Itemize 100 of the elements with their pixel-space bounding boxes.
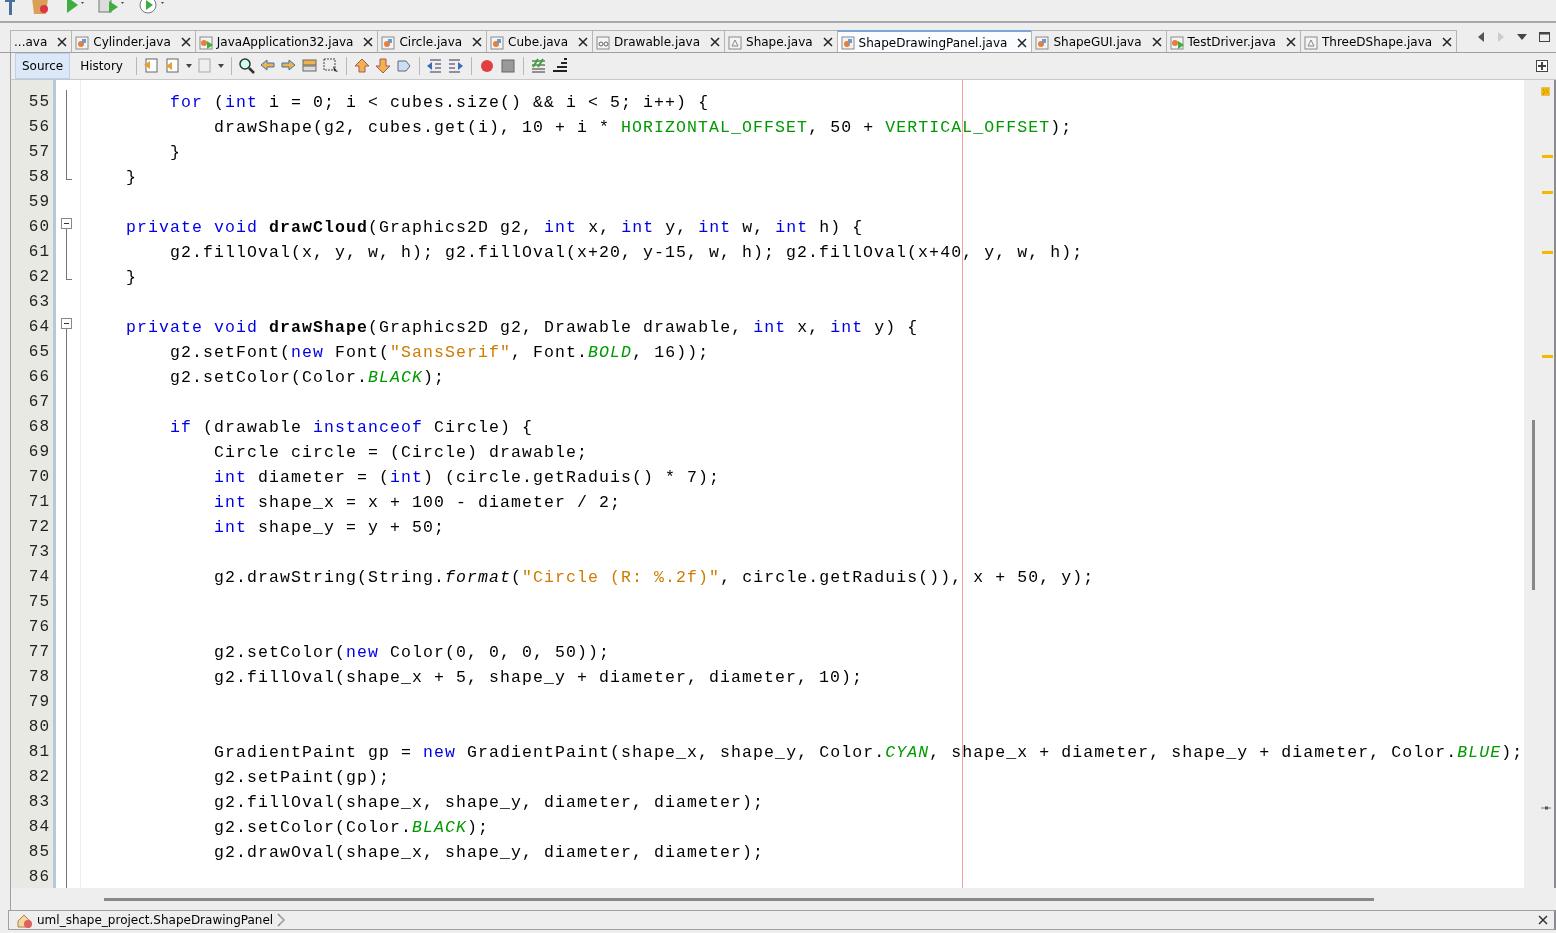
class-file-icon [75, 34, 90, 50]
hammer-icon[interactable] [3, 0, 17, 16]
close-icon[interactable] [363, 37, 374, 47]
close-icon[interactable] [1538, 915, 1548, 925]
close-icon[interactable] [1286, 37, 1296, 47]
editor-tab[interactable]: Cube.java [486, 30, 594, 52]
class-file-icon [490, 34, 505, 50]
close-icon[interactable] [180, 37, 191, 47]
last-edit-icon[interactable] [142, 57, 161, 75]
fold-toggle-icon[interactable] [61, 218, 72, 229]
editor-tab[interactable]: ShapeGUI.java [1031, 30, 1167, 52]
editor-tab[interactable]: TestDriver.java [1165, 30, 1301, 52]
editor-tab[interactable]: ThreeDShape.java [1300, 30, 1458, 52]
shift-left-icon[interactable] [425, 57, 444, 75]
editor-tab[interactable]: Cylinder.java [71, 30, 196, 52]
warning-marker[interactable] [1542, 155, 1553, 158]
line-number: 57 [27, 142, 51, 163]
code-line: Circle circle = (Circle) drawable; [213, 442, 590, 464]
class-file-icon [840, 35, 855, 50]
previous-bookmark-icon[interactable] [352, 57, 371, 75]
line-number: 69 [27, 442, 51, 463]
close-icon[interactable] [710, 37, 721, 47]
close-icon[interactable] [1442, 37, 1453, 47]
warning-marker[interactable] [1542, 251, 1553, 254]
view-tab[interactable]: History [73, 53, 130, 79]
uncomment-icon[interactable] [550, 57, 569, 75]
editor-tab[interactable]: JavaApplication32.java [194, 30, 379, 52]
line-number: 77 [27, 642, 51, 663]
code-line: int shape_x = x + 100 - diameter / 2; [213, 492, 623, 514]
close-icon[interactable] [822, 37, 833, 47]
code-line: g2.fillOval(shape_x + 5, shape_y + diameter, diameter, 10); [213, 667, 865, 689]
editor-tab[interactable]: Circle.java [377, 30, 488, 52]
view-tab[interactable]: Source [15, 53, 71, 79]
code-line: int shape_y = y + 50; [213, 517, 447, 539]
code-line: GradientPaint gp = new GradientPaint(shape_x, shape_y, Color.CYAN, shape_x + diameter, shape_y + diameter, Color.BLUE); [213, 742, 1524, 764]
code-line: for (int i = 0; i < cubes.size() && i < 5; i++) { [169, 92, 711, 114]
editor-tab[interactable]: ...ava [10, 30, 73, 52]
search-icon[interactable] [237, 57, 256, 75]
line-number: 81 [27, 742, 51, 763]
warning-marker[interactable] [1542, 355, 1553, 358]
shift-right-icon[interactable] [446, 57, 465, 75]
line-number: 78 [27, 667, 51, 688]
chevron-icon[interactable] [277, 913, 287, 927]
close-icon[interactable] [57, 37, 68, 47]
code-editor[interactable] [81, 80, 1524, 888]
line-number: 58 [27, 167, 51, 188]
next-bookmark-icon[interactable] [373, 57, 392, 75]
highlight-icon[interactable] [300, 57, 319, 75]
toggle-bookmark-icon[interactable] [394, 57, 413, 75]
close-icon[interactable] [472, 37, 483, 47]
horizontal-scrollbar[interactable] [104, 897, 1374, 901]
line-number: 64 [27, 317, 51, 338]
broom-icon[interactable] [29, 0, 51, 16]
code-line: g2.fillOval(x, y, w, h); g2.fillOval(x+20, y-15, w, h); g2.fillOval(x+40, y, w, h); [169, 242, 1085, 264]
editor-tab[interactable]: Shape.java [724, 30, 838, 52]
line-number: 83 [27, 792, 51, 813]
line-number: 85 [27, 842, 51, 863]
line-number: 74 [27, 567, 51, 588]
line-number: 70 [27, 467, 51, 488]
dropdown-icon[interactable] [1517, 33, 1527, 41]
close-icon[interactable] [578, 37, 589, 47]
vertical-scrollbar[interactable] [1532, 420, 1535, 590]
code-line: g2.setColor(Color.BLACK); [213, 817, 491, 839]
editor-tab[interactable]: Drawable.java [592, 30, 726, 52]
close-icon[interactable] [1151, 37, 1162, 47]
fold-toggle-icon[interactable] [61, 318, 72, 329]
line-number: 68 [27, 417, 51, 438]
package-class-icon [17, 912, 33, 928]
line-number: 56 [27, 117, 51, 138]
line-number: 55 [27, 92, 51, 113]
code-line: if (drawable instanceof Circle) { [169, 417, 535, 439]
breadcrumb-link[interactable]: uml_shape_project.ShapeDrawingPanel [37, 911, 274, 929]
line-number: 67 [27, 392, 51, 413]
scroll-left-icon[interactable] [1477, 32, 1485, 42]
editor-tab[interactable]: ShapeDrawingPanel.java [836, 30, 1033, 52]
code-line: } [125, 167, 138, 189]
code-line: g2.drawString(String.format("Circle (R: %.2f)", circle.getRaduis()), x + 50, y); [213, 567, 1096, 589]
abstract-file-icon [728, 34, 743, 50]
line-number: 80 [27, 717, 51, 738]
line-number: 82 [27, 767, 51, 788]
build-run-icon[interactable] [97, 0, 125, 16]
warning-marker[interactable] [1542, 191, 1553, 194]
code-line: g2.setFont(new Font("SansSerif", Font.BOLD, 16)); [169, 342, 711, 364]
class-file-icon [1035, 34, 1050, 50]
code-line: private void drawCloud(Graphics2D g2, int x, int y, int w, int h) { [125, 217, 865, 239]
profile-icon[interactable] [137, 0, 167, 16]
split-icon[interactable] [1536, 60, 1548, 72]
line-number: 73 [27, 542, 51, 563]
code-line: g2.fillOval(shape_x, shape_y, diameter, diameter); [213, 792, 766, 814]
code-line: int diameter = (int) (circle.getRaduis() * 7); [213, 467, 722, 489]
stop-macro-icon[interactable] [498, 57, 517, 75]
selection-icon[interactable] [321, 57, 340, 75]
line-number: 66 [27, 367, 51, 388]
line-number: 59 [27, 192, 51, 213]
close-icon[interactable] [1017, 37, 1028, 48]
code-line: g2.setPaint(gp); [213, 767, 392, 789]
split-handle-icon[interactable] [1541, 806, 1551, 810]
maximize-icon[interactable] [1539, 32, 1550, 42]
code-line: g2.setColor(Color.BLACK); [169, 367, 447, 389]
line-number: 63 [27, 292, 51, 313]
